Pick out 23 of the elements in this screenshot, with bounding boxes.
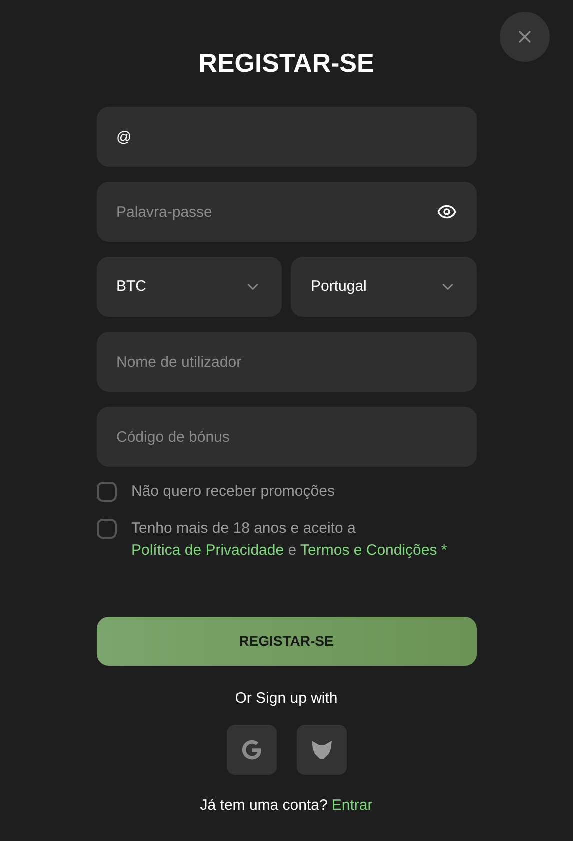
close-button[interactable]: [500, 12, 550, 62]
input-field[interactable]: @: [96, 107, 476, 167]
checkbox-label: Não quero receber promoções: [132, 482, 335, 502]
terms-link[interactable]: *: [441, 542, 448, 559]
select-field[interactable]: Portugal: [291, 257, 476, 317]
password-field[interactable]: Palavra-passe: [96, 182, 476, 242]
input-field[interactable]: Nome de utilizador: [96, 332, 476, 392]
input-field[interactable]: Código de bónus: [96, 407, 476, 467]
form-title: REGISTAR-SE: [198, 47, 376, 80]
google-icon: [242, 740, 262, 760]
social-login-button[interactable]: [226, 724, 276, 774]
select-field[interactable]: BTC: [96, 257, 282, 317]
social-label: Or Sign up with: [234, 689, 339, 709]
checkbox[interactable]: [96, 482, 116, 502]
login-link[interactable]: Entrar: [332, 794, 373, 817]
submit-button[interactable]: REGISTAR-SE: [96, 617, 476, 666]
terms-link[interactable]: Política de Privacidade: [132, 542, 284, 559]
terms-link[interactable]: Termos e Condições: [300, 542, 438, 559]
social-login-button[interactable]: [296, 724, 346, 774]
fox-icon: [310, 740, 332, 760]
login-prompt: Já tem uma conta?: [200, 796, 328, 816]
checkbox[interactable]: [96, 519, 116, 539]
checkbox-label: Tenho mais de 18 anos e aceito a Política de Privacidade e Termos e Condições *: [132, 519, 448, 561]
